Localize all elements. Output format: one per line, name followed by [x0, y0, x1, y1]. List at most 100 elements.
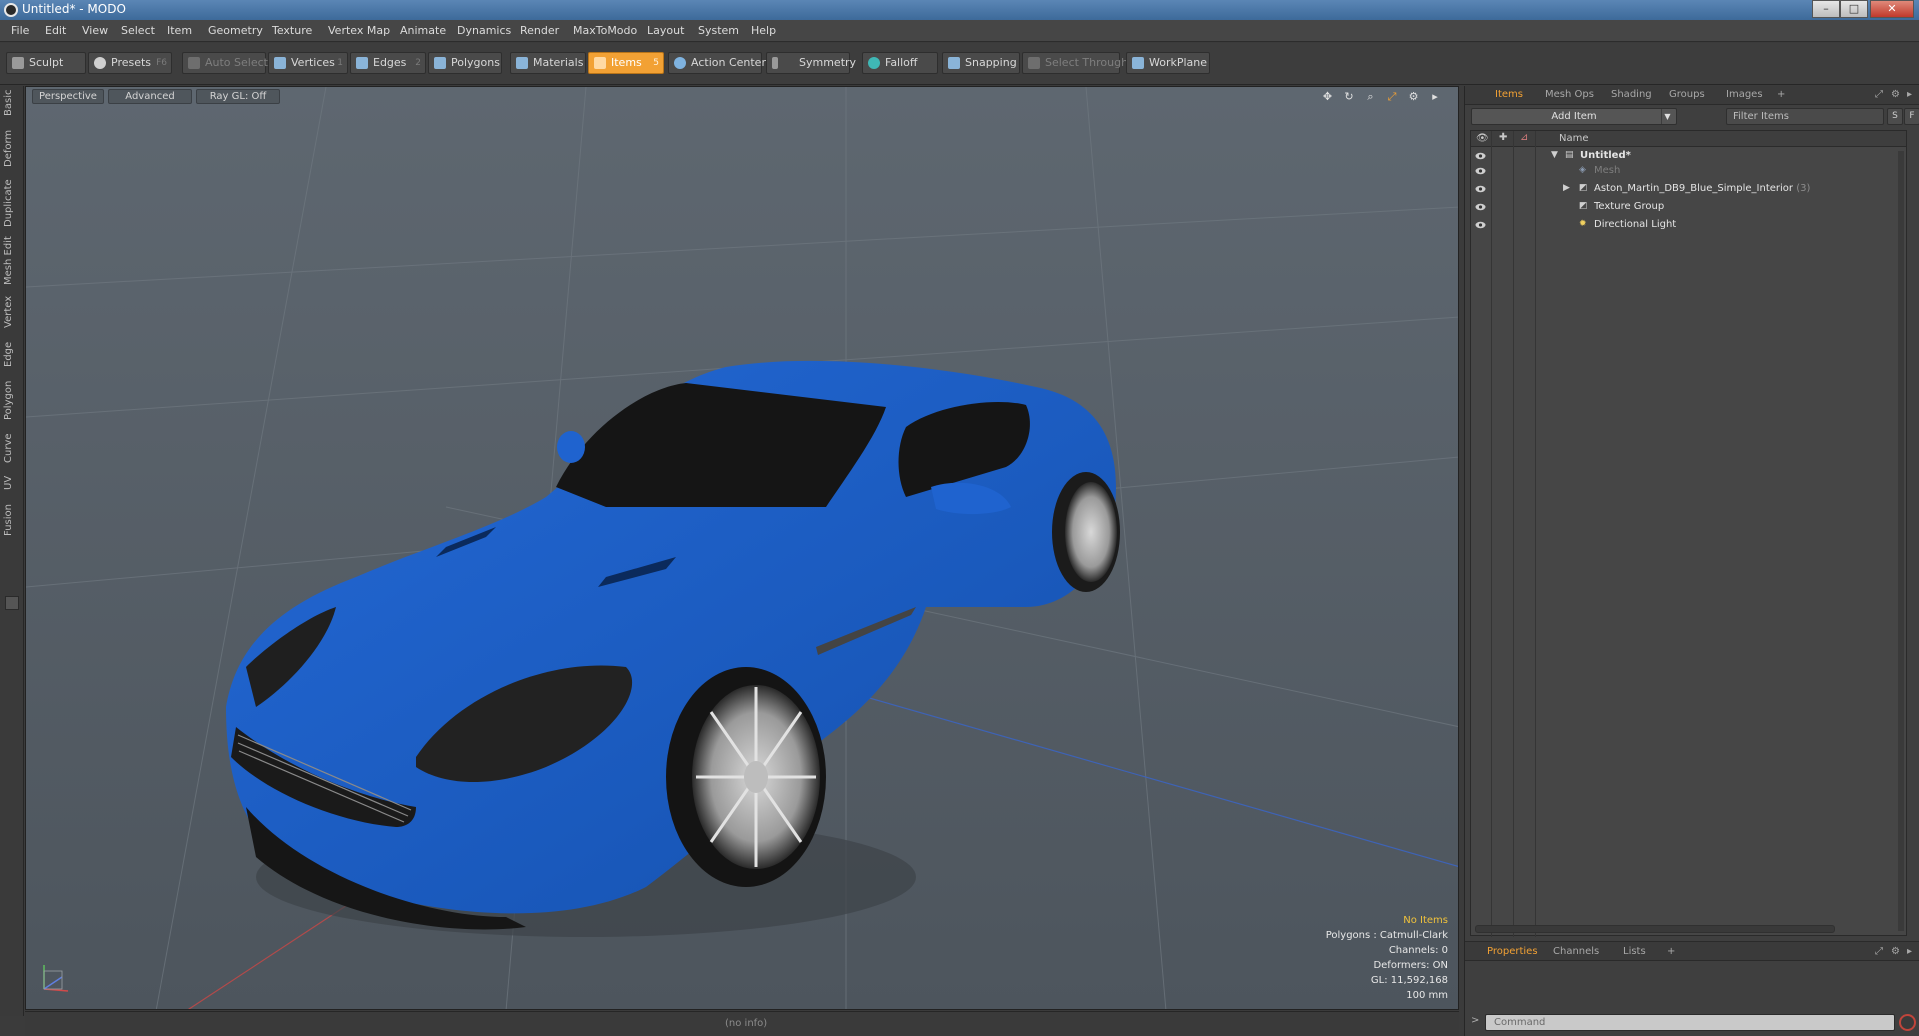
workplane-icon	[1132, 57, 1144, 69]
menu-dynamics[interactable]: Dynamics	[457, 24, 511, 37]
chevron-down-icon[interactable]: ▼	[1551, 150, 1562, 161]
maximize-button[interactable]: □	[1840, 0, 1868, 18]
advanced-tab[interactable]: Advanced	[108, 89, 192, 104]
tab-mesh-ops[interactable]: Mesh Ops	[1545, 89, 1594, 100]
tab-mesh-edit[interactable]: Mesh Edit	[3, 236, 21, 286]
item-label: Mesh	[1594, 165, 1621, 176]
falloff-button[interactable]: Falloff	[862, 52, 938, 74]
panel-arrow-icon[interactable]: ▸	[1907, 89, 1912, 100]
workplane-button[interactable]: WorkPlane	[1126, 52, 1210, 74]
perspective-tab[interactable]: Perspective	[32, 89, 104, 104]
name-column-header[interactable]: Name	[1559, 133, 1589, 144]
tab-duplicate[interactable]: Duplicate	[3, 176, 21, 230]
item-row-directional-light[interactable]: ✹ Directional Light	[1471, 218, 1906, 233]
panel-arrow-icon[interactable]: ▸	[1907, 946, 1912, 957]
s-toggle-button[interactable]: S	[1887, 108, 1903, 125]
menu-animate[interactable]: Animate	[400, 24, 446, 37]
item-row-texture-group[interactable]: ◩ Texture Group	[1471, 200, 1906, 215]
tab-groups[interactable]: Groups	[1669, 89, 1705, 100]
tab-uv[interactable]: UV	[3, 472, 21, 494]
tab-deform[interactable]: Deform	[3, 126, 21, 170]
menu-texture[interactable]: Texture	[272, 24, 312, 37]
tab-vertex[interactable]: Vertex	[3, 292, 21, 332]
vertices-button[interactable]: Vertices 1	[268, 52, 348, 74]
arrow-right-icon[interactable]: ▸	[1428, 90, 1442, 104]
tab-images[interactable]: Images	[1726, 89, 1763, 100]
add-item-dropdown[interactable]: Add Item ▼	[1471, 108, 1677, 125]
polygons-button[interactable]: Polygons	[428, 52, 502, 74]
status-info: (no info)	[725, 1018, 768, 1029]
menu-render[interactable]: Render	[520, 24, 559, 37]
tab-channels[interactable]: Channels	[1553, 946, 1599, 957]
ray-gl-tab[interactable]: Ray GL: Off	[196, 89, 280, 104]
tab-items[interactable]: Items	[1495, 89, 1523, 100]
vertical-scrollbar[interactable]	[1898, 151, 1904, 931]
symmetry-button[interactable]: Symmetry	[766, 52, 856, 74]
menu-file[interactable]: File	[11, 24, 29, 37]
left-tool-tabs: Basic Deform Duplicate Mesh Edit Vertex …	[0, 86, 24, 1016]
zoom-view-icon[interactable]: ⌕	[1364, 90, 1378, 104]
panel-settings-icon[interactable]: ⚙	[1891, 946, 1900, 957]
add-tab-button[interactable]: +	[1667, 946, 1675, 957]
tab-fusion[interactable]: Fusion	[3, 500, 21, 540]
auto-select-button[interactable]: Auto Select	[182, 52, 268, 74]
materials-button[interactable]: Materials	[510, 52, 586, 74]
eye-icon[interactable]	[1475, 166, 1486, 176]
menu-help[interactable]: Help	[751, 24, 776, 37]
minimize-button[interactable]: –	[1812, 0, 1840, 18]
add-tab-button[interactable]: +	[1777, 89, 1785, 100]
axis-gizmo-icon	[43, 965, 69, 992]
eye-icon[interactable]	[1475, 202, 1486, 212]
item-row-mesh[interactable]: ◈ Mesh	[1471, 164, 1906, 179]
expand-panel-icon[interactable]: ⤢	[1875, 89, 1883, 100]
command-input[interactable]: Command	[1485, 1014, 1895, 1031]
tab-lists[interactable]: Lists	[1623, 946, 1646, 957]
eye-icon[interactable]	[1475, 220, 1486, 230]
move-view-icon[interactable]: ✥	[1321, 90, 1335, 104]
menu-view[interactable]: View	[82, 24, 108, 37]
command-history-icon[interactable]	[1899, 1014, 1916, 1031]
render-column-icon[interactable]: ⊿	[1520, 132, 1528, 143]
f-toggle-button[interactable]: F	[1904, 108, 1919, 125]
menu-geometry[interactable]: Geometry	[208, 24, 263, 37]
expand-panel-icon[interactable]: ⤢	[1875, 946, 1883, 957]
panel-toggle-button[interactable]	[5, 596, 19, 610]
item-row-untitled[interactable]: ▼ ▤ Untitled*	[1471, 149, 1906, 164]
tab-shading[interactable]: Shading	[1611, 89, 1652, 100]
chevron-right-icon[interactable]: ▶	[1563, 183, 1574, 194]
lock-column-icon[interactable]: ✚	[1499, 132, 1507, 143]
maximize-view-icon[interactable]: ⤢	[1385, 90, 1399, 104]
tab-basic[interactable]: Basic	[3, 86, 21, 120]
menu-layout[interactable]: Layout	[647, 24, 684, 37]
close-button[interactable]: ✕	[1870, 0, 1914, 18]
snapping-button[interactable]: Snapping	[942, 52, 1020, 74]
tab-properties[interactable]: Properties	[1487, 946, 1538, 957]
3d-viewport[interactable]: Perspective Advanced Ray GL: Off ✥ ↻ ⌕ ⤢…	[25, 86, 1459, 1010]
eye-icon[interactable]	[1475, 184, 1486, 194]
presets-button[interactable]: Presets F6	[88, 52, 172, 74]
filter-items-input[interactable]: Filter Items	[1726, 108, 1884, 125]
menu-vertex-map[interactable]: Vertex Map	[328, 24, 390, 37]
edges-button[interactable]: Edges 2	[350, 52, 426, 74]
menu-system[interactable]: System	[698, 24, 739, 37]
main-toolbar: Sculpt Presets F6 Auto Select Vertices 1…	[0, 43, 1919, 85]
menu-select[interactable]: Select	[121, 24, 155, 37]
tab-polygon[interactable]: Polygon	[3, 376, 21, 424]
action-center-button[interactable]: Action Center	[668, 52, 766, 74]
items-button[interactable]: Items 5	[588, 52, 664, 74]
channels-status: Channels: 0	[1388, 945, 1448, 956]
menu-edit[interactable]: Edit	[45, 24, 66, 37]
tab-curve[interactable]: Curve	[3, 430, 21, 466]
rotate-view-icon[interactable]: ↻	[1342, 90, 1356, 104]
select-through-button[interactable]: Select Through	[1022, 52, 1128, 74]
item-row-aston-martin[interactable]: ▶ ◩ Aston_Martin_DB9_Blue_Simple_Interio…	[1471, 182, 1906, 197]
menu-item[interactable]: Item	[167, 24, 192, 37]
eye-icon[interactable]	[1475, 151, 1486, 161]
panel-settings-icon[interactable]: ⚙	[1891, 89, 1900, 100]
menu-maxtomodo[interactable]: MaxToModo	[573, 24, 637, 37]
sculpt-button[interactable]: Sculpt	[6, 52, 86, 74]
tab-edge[interactable]: Edge	[3, 338, 21, 370]
horizontal-scrollbar[interactable]	[1475, 925, 1835, 933]
visibility-column-eye-icon[interactable]: 👁	[1476, 133, 1489, 144]
settings-icon[interactable]: ⚙	[1407, 90, 1421, 104]
